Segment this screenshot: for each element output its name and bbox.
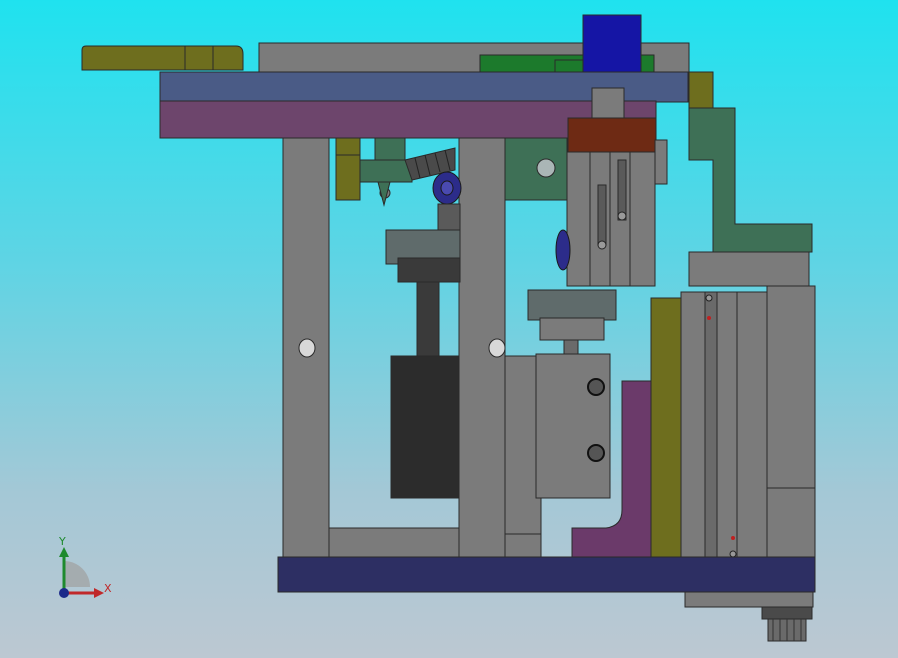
- bottom-fitting[interactable]: [684, 591, 814, 642]
- cad-viewport[interactable]: .e { stroke: #2a2a2a; stroke-width: 1; }: [0, 0, 898, 658]
- cad-assembly-model[interactable]: .e { stroke: #2a2a2a; stroke-width: 1; }: [0, 0, 898, 658]
- triad-x-label: X: [104, 582, 112, 595]
- green-l-bracket[interactable]: [688, 107, 813, 253]
- black-motor[interactable]: [390, 355, 460, 499]
- green-mount-bracket[interactable]: [504, 137, 568, 201]
- blue-block-part[interactable]: [582, 14, 642, 76]
- guide-collar[interactable]: [591, 87, 625, 121]
- olive-sensor-bracket[interactable]: [335, 137, 361, 201]
- coordinate-triad: Y X: [58, 535, 112, 598]
- triad-rotation-arc: [64, 561, 90, 587]
- olive-handle-part[interactable]: [81, 45, 244, 71]
- middle-column-hole: [488, 338, 506, 358]
- brown-block-part[interactable]: [567, 117, 657, 153]
- triad-x-arrow-icon: [94, 588, 104, 598]
- base-plate-navy[interactable]: [277, 556, 816, 593]
- triad-y-label: Y: [58, 535, 66, 548]
- linear-slide-assembly[interactable]: [680, 251, 816, 561]
- cylinder-foot[interactable]: [527, 289, 617, 355]
- triad-y-arrow-icon: [59, 547, 69, 557]
- air-cylinder-right[interactable]: [555, 139, 668, 287]
- olive-vertical-plate[interactable]: [650, 297, 682, 561]
- gray-housing-block[interactable]: [504, 353, 611, 535]
- gray-clamp-head[interactable]: [385, 229, 461, 357]
- blue-roller-part[interactable]: [432, 171, 462, 235]
- left-column-hole: [298, 338, 316, 358]
- triad-origin-icon: [59, 588, 69, 598]
